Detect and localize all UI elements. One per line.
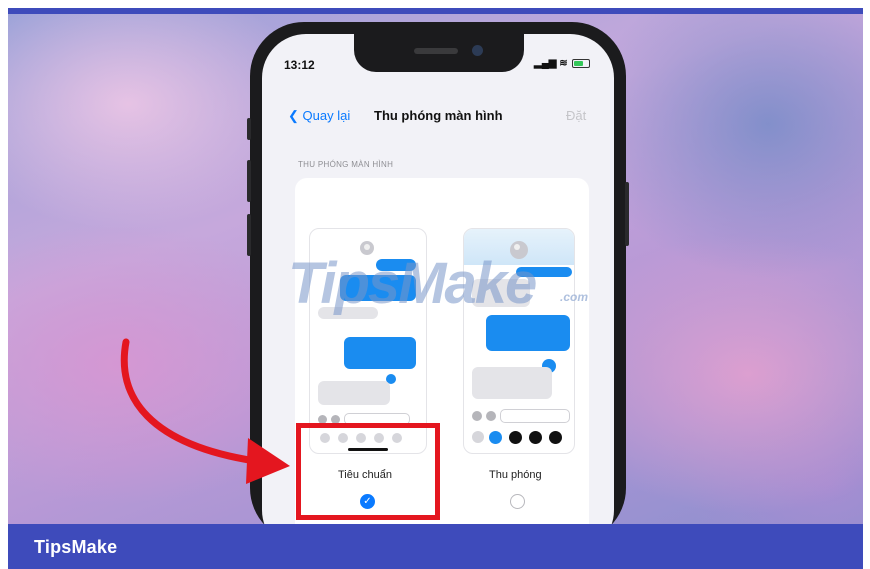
arrow-icon [120,338,290,484]
image-frame: 13:12 ▂▄▆ ≋ ❮ Quay lại Thu phóng màn hìn… [0,0,870,569]
footer-brand: TipsMake [34,537,118,557]
footer-bar: TipsMake [8,524,863,569]
